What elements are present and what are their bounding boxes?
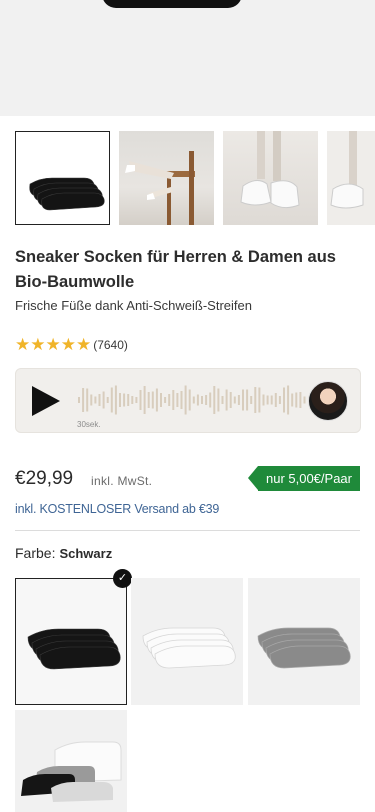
color-swatch-mix[interactable] [15, 710, 127, 812]
waveform-bar [254, 387, 257, 413]
waveform-bar [283, 387, 285, 413]
color-swatch-white[interactable] [131, 578, 243, 705]
waveform-bar [98, 394, 101, 406]
thumbnail-black-socks[interactable] [15, 131, 110, 225]
color-label-row: Farbe: Schwarz [15, 545, 112, 561]
rating-count: (7640) [93, 337, 128, 352]
waveform-bar [192, 396, 195, 404]
waveform-bar [123, 393, 126, 407]
waveform-bar [196, 394, 199, 406]
play-icon[interactable] [32, 386, 60, 416]
hero-sock-image [102, 0, 242, 8]
waveform-bar [287, 385, 290, 415]
waveform-bar [78, 397, 80, 403]
waveform-bar [119, 393, 121, 407]
waveform-bar [291, 393, 294, 407]
product-hero-image[interactable] [0, 0, 375, 116]
waveform-bar [94, 396, 97, 404]
product-price: €29,99 [15, 468, 74, 489]
tax-note: inkl. MwSt. [91, 474, 153, 488]
waveform-bar [82, 388, 85, 412]
waveform-bar [250, 396, 253, 404]
color-swatch-grey[interactable] [248, 578, 360, 705]
thumbnail-white-sneakers[interactable] [223, 131, 318, 225]
per-pair-badge: nur 5,00€/Paar [247, 466, 360, 491]
waveform-bar [262, 394, 265, 406]
selected-color: Schwarz [59, 546, 113, 561]
audio-duration: 30sek. [77, 420, 101, 429]
waveform-bar [295, 392, 298, 408]
divider [15, 530, 360, 531]
color-swatch-black[interactable] [15, 578, 127, 705]
waveform-bar [201, 396, 203, 404]
waveform-bar [110, 387, 113, 413]
waveform-bar [278, 396, 281, 404]
shipping-note[interactable]: inkl. KOSTENLOSER Versand ab €39 [15, 502, 219, 516]
waveform-bar [303, 396, 306, 404]
waveform-bar [274, 393, 277, 407]
waveform-bar [221, 396, 224, 404]
waveform-bar [147, 392, 150, 408]
waveform-bar [164, 397, 167, 403]
product-subtitle: Frische Füße dank Anti-Schweiß-Streifen [15, 298, 252, 313]
waveform-bar [168, 394, 171, 406]
waveform-bar [258, 387, 261, 413]
waveform-bar [266, 395, 269, 405]
waveform-bar [270, 395, 273, 405]
waveform-bar [209, 392, 212, 408]
waveform-bar [225, 389, 228, 411]
waveform[interactable] [76, 383, 306, 417]
rating-summary[interactable]: ★★★★★ (7640) [15, 336, 128, 353]
thumbnail-partial[interactable] [327, 131, 375, 225]
color-label: Farbe: [15, 545, 56, 561]
waveform-bar [127, 394, 130, 406]
waveform-bar [135, 397, 138, 403]
waveform-bar [86, 388, 89, 412]
waveform-bar [114, 385, 117, 415]
star-icon: ★★★★★ [15, 335, 92, 354]
waveform-bar [151, 391, 154, 409]
waveform-bar [213, 386, 216, 414]
waveform-bar [131, 396, 134, 404]
waveform-bar [205, 395, 208, 405]
waveform-bar [176, 393, 179, 407]
waveform-bar [106, 397, 109, 403]
waveform-bar [242, 389, 244, 411]
waveform-bar [160, 393, 162, 407]
waveform-bar [102, 391, 105, 409]
waveform-bar [237, 395, 240, 405]
waveform-bar [184, 385, 187, 415]
waveform-bar [139, 390, 142, 410]
waveform-bar [299, 392, 302, 408]
waveform-bar [246, 389, 249, 411]
product-title: Sneaker Socken für Herren & Damen aus Bi… [15, 248, 336, 291]
waveform-bar [229, 392, 232, 408]
waveform-bar [155, 388, 158, 412]
thumbnail-strip [15, 131, 375, 225]
waveform-bar [217, 388, 220, 412]
waveform-bar [143, 386, 146, 414]
waveform-bar [180, 391, 183, 409]
waveform-bar [233, 396, 236, 404]
waveform-bar [172, 390, 175, 410]
waveform-bar [188, 389, 191, 411]
audio-player: 30sek. [15, 368, 361, 433]
waveform-bar [90, 394, 93, 406]
avatar [308, 381, 348, 421]
thumbnail-model-chair[interactable] [119, 131, 214, 225]
check-icon: ✓ [113, 569, 132, 588]
